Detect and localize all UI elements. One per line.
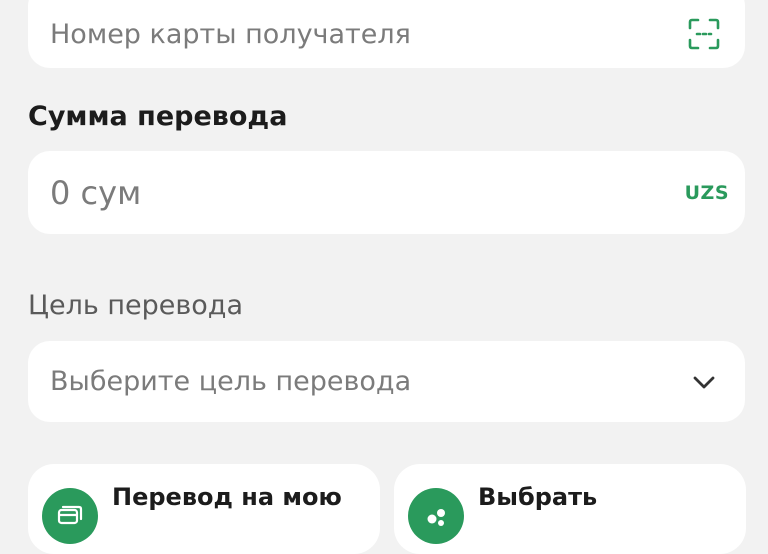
amount-input[interactable]: 0 сум	[50, 174, 685, 212]
recipient-card-field[interactable]: Номер карты получателя	[28, 0, 745, 68]
transfer-to-my-card-button[interactable]: Перевод на мою	[28, 464, 380, 554]
chevron-down-icon	[691, 369, 717, 395]
recipient-card-placeholder: Номер карты получателя	[50, 18, 411, 50]
transfer-to-my-card-label: Перевод на мою	[112, 483, 342, 511]
amount-field[interactable]: 0 сум UZS	[28, 151, 745, 234]
amount-label: Сумма перевода	[28, 101, 288, 132]
purpose-select[interactable]: Выберите цель перевода	[28, 341, 745, 422]
select-contact-button[interactable]: Выбрать	[394, 464, 746, 554]
purpose-label: Цель перевода	[28, 290, 243, 321]
contacts-icon	[408, 488, 464, 544]
select-contact-label: Выбрать	[478, 483, 598, 511]
scan-qr-icon[interactable]	[687, 17, 721, 51]
purpose-placeholder: Выберите цель перевода	[50, 366, 412, 397]
currency-code: UZS	[684, 181, 729, 204]
cards-icon	[42, 488, 98, 544]
